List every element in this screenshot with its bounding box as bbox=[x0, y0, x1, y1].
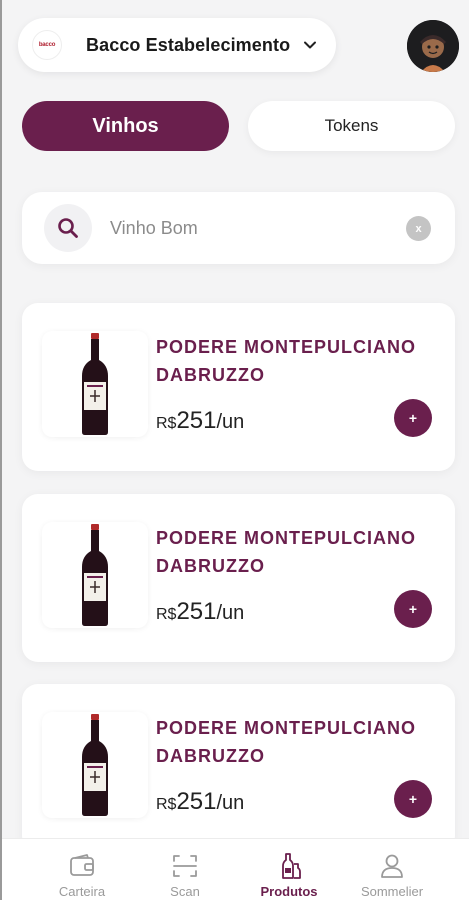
add-to-cart-button[interactable]: + bbox=[394, 780, 432, 818]
chevron-down-icon bbox=[304, 41, 317, 49]
clear-search-button[interactable]: x bbox=[406, 216, 431, 241]
product-name: PODERE MONTEPULCIANO DABRUZZO bbox=[156, 337, 417, 385]
price-currency: R$ bbox=[156, 606, 177, 623]
product-name: PODERE MONTEPULCIANO DABRUZZO bbox=[156, 718, 417, 766]
search-button[interactable] bbox=[44, 204, 92, 252]
product-price: R$251/un bbox=[156, 407, 244, 435]
nav-label: Carteira bbox=[58, 884, 106, 899]
product-image bbox=[42, 522, 148, 628]
nav-item-carteira[interactable]: Carteira bbox=[30, 839, 134, 900]
nav-item-sommelier[interactable]: Sommelier bbox=[340, 839, 444, 900]
product-image bbox=[42, 712, 148, 818]
product-price: R$251/un bbox=[156, 788, 244, 816]
establishment-logo: bacco bbox=[32, 30, 62, 60]
product-card[interactable]: PODERE MONTEPULCIANO DABRUZZO R$251/un + bbox=[22, 494, 455, 662]
product-card[interactable]: PODERE MONTEPULCIANO DABRUZZO R$251/un + bbox=[22, 303, 455, 471]
avatar-icon bbox=[407, 20, 459, 72]
wine-bottle-icon bbox=[82, 524, 108, 626]
price-currency: R$ bbox=[156, 415, 177, 432]
price-amount: 251 bbox=[176, 598, 217, 625]
price-amount: 251 bbox=[176, 788, 217, 815]
nav-item-produtos[interactable]: Produtos bbox=[237, 839, 341, 900]
nav-item-scan[interactable]: Scan bbox=[133, 839, 237, 900]
bottles-icon bbox=[282, 853, 301, 879]
product-card[interactable]: PODERE MONTEPULCIANO DABRUZZO R$251/un + bbox=[22, 684, 455, 852]
nav-label: Produtos bbox=[260, 884, 318, 899]
search-input[interactable] bbox=[110, 214, 380, 242]
wine-bottle-icon bbox=[82, 714, 108, 816]
product-price: R$251/un bbox=[156, 598, 244, 626]
price-currency: R$ bbox=[156, 796, 177, 813]
tab-vinhos[interactable]: Vinhos bbox=[22, 101, 229, 151]
product-image bbox=[42, 331, 148, 437]
wine-bottle-icon bbox=[82, 333, 108, 435]
search-bar: x bbox=[22, 192, 455, 264]
establishment-name: Bacco Estabelecimento bbox=[86, 34, 291, 55]
establishment-selector[interactable]: bacco Bacco Estabelecimento bbox=[18, 18, 336, 72]
nav-label: Scan bbox=[170, 884, 200, 899]
price-unit: /un bbox=[216, 411, 245, 433]
price-unit: /un bbox=[216, 792, 245, 814]
product-name: PODERE MONTEPULCIANO DABRUZZO bbox=[156, 528, 417, 576]
nav-label: Sommelier bbox=[360, 884, 424, 899]
search-icon bbox=[58, 218, 78, 238]
price-amount: 251 bbox=[176, 407, 217, 434]
price-unit: /un bbox=[216, 602, 245, 624]
scan-icon bbox=[173, 855, 197, 877]
avatar[interactable] bbox=[407, 20, 459, 72]
user-icon bbox=[381, 854, 403, 878]
bottom-nav: Carteira Scan Produtos Sommelier bbox=[2, 838, 469, 900]
wallet-icon bbox=[70, 854, 94, 876]
add-to-cart-button[interactable]: + bbox=[394, 590, 432, 628]
add-to-cart-button[interactable]: + bbox=[394, 399, 432, 437]
tab-tokens[interactable]: Tokens bbox=[248, 101, 455, 151]
